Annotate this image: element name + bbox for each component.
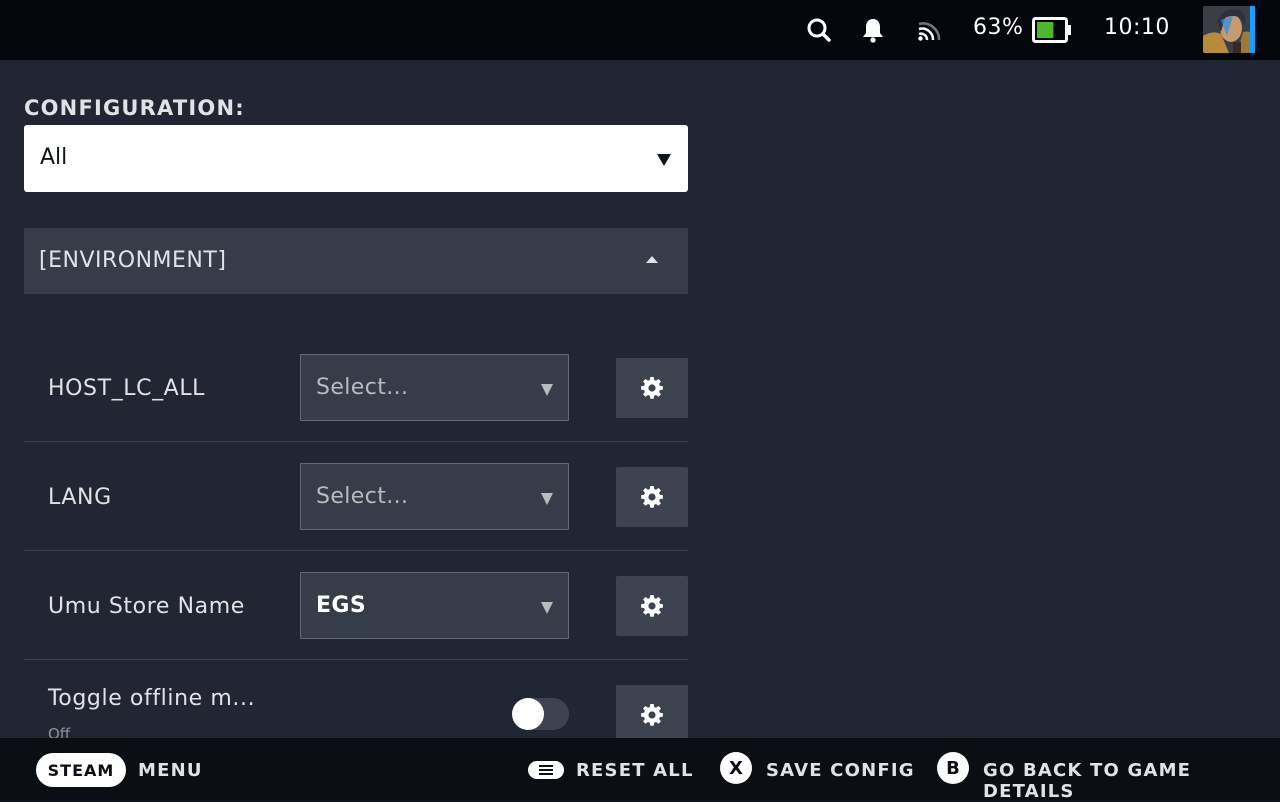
x-button-icon[interactable]: X xyxy=(720,752,752,784)
dropdown-arrow-icon xyxy=(541,493,553,505)
gear-icon xyxy=(641,486,663,508)
configuration-value: All xyxy=(40,145,68,170)
umu-store-name-dropdown[interactable]: EGS xyxy=(300,572,569,639)
b-button-icon[interactable]: B xyxy=(937,752,969,784)
setting-label: Umu Store Name xyxy=(48,594,245,619)
umu-store-name-settings-button[interactable] xyxy=(616,576,688,636)
section-title: [ENVIRONMENT] xyxy=(39,248,227,273)
menu-label: MENU xyxy=(138,760,203,781)
setting-label: Toggle offline m... xyxy=(48,686,256,711)
battery-icon xyxy=(1032,17,1072,43)
go-back-label: GO BACK TO GAME DETAILS xyxy=(983,760,1192,802)
setting-sublabel: Off xyxy=(48,725,71,738)
steam-button[interactable]: STEAM xyxy=(36,753,126,787)
setting-label: HOST_LC_ALL xyxy=(48,376,206,401)
setting-row-host-lc-all: HOST_LC_ALL Select... xyxy=(24,333,688,442)
lang-settings-button[interactable] xyxy=(616,467,688,527)
configuration-dropdown[interactable]: All xyxy=(24,125,688,192)
lang-dropdown[interactable]: Select... xyxy=(300,463,569,530)
battery-percent: 63% xyxy=(973,15,1024,40)
setting-row-umu-store-name: Umu Store Name EGS xyxy=(24,551,688,660)
gear-icon xyxy=(641,595,663,617)
setting-row-lang: LANG Select... xyxy=(24,442,688,551)
offline-mode-toggle[interactable] xyxy=(512,698,569,730)
menu-glyph-icon[interactable] xyxy=(528,761,564,779)
dropdown-arrow-icon xyxy=(657,154,671,166)
dropdown-arrow-icon xyxy=(541,602,553,614)
gear-icon xyxy=(641,704,663,726)
search-icon[interactable] xyxy=(803,14,835,46)
reset-all-label: RESET ALL xyxy=(576,760,694,781)
setting-row-toggle-offline: Toggle offline m... Off xyxy=(24,660,688,738)
configuration-label: CONFIGURATION: xyxy=(24,96,245,120)
dropdown-value: Select... xyxy=(316,484,409,509)
dropdown-value: Select... xyxy=(316,375,409,400)
host-lc-all-settings-button[interactable] xyxy=(616,358,688,418)
save-config-label: SAVE CONFIG xyxy=(766,760,915,781)
toggle-knob xyxy=(512,698,544,730)
status-bar: 63% 10:10 xyxy=(0,0,1280,60)
bottom-button-bar: STEAM MENU RESET ALL X SAVE CONFIG B GO … xyxy=(0,738,1280,802)
offline-mode-settings-button[interactable] xyxy=(616,685,688,738)
main-panel: CONFIGURATION: All [ENVIRONMENT] HOST_LC… xyxy=(0,60,1280,738)
bell-icon[interactable] xyxy=(857,14,889,46)
avatar[interactable] xyxy=(1203,6,1255,53)
clock: 10:10 xyxy=(1104,15,1170,40)
avatar-accent xyxy=(1250,6,1255,53)
dropdown-arrow-icon xyxy=(541,384,553,396)
cast-icon[interactable] xyxy=(913,14,945,46)
gear-icon xyxy=(641,377,663,399)
section-header-environment[interactable]: [ENVIRONMENT] xyxy=(24,228,688,294)
dropdown-value: EGS xyxy=(316,593,367,618)
chevron-up-icon xyxy=(646,256,658,263)
setting-label: LANG xyxy=(48,485,112,510)
host-lc-all-dropdown[interactable]: Select... xyxy=(300,354,569,421)
